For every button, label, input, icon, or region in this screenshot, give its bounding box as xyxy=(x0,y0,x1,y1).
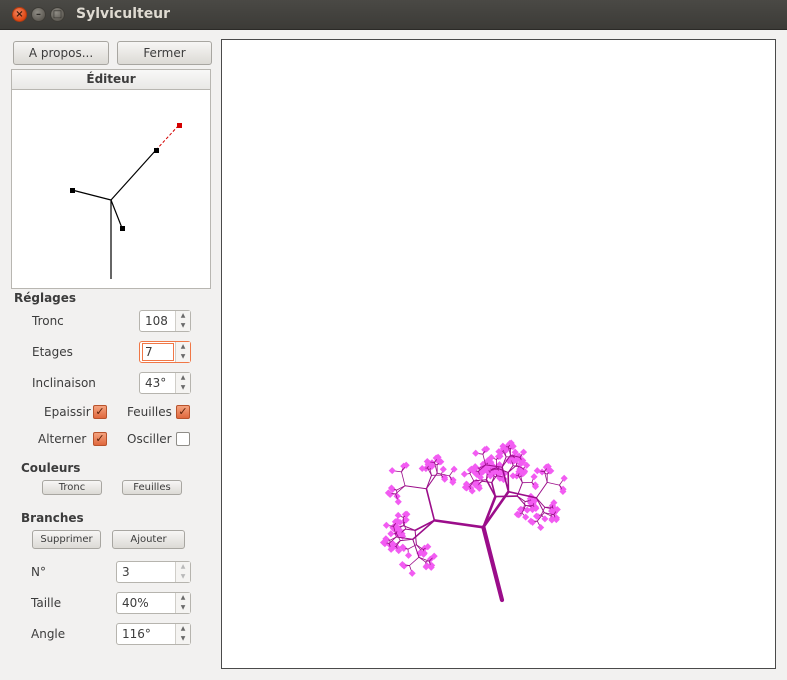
title-bar: × – □ Sylviculteur xyxy=(0,0,787,30)
settings-section-title: Réglages xyxy=(14,291,77,305)
tree-leaf xyxy=(382,521,390,529)
tree-leaf xyxy=(388,467,396,475)
tree-branch xyxy=(481,525,505,603)
tree-branch xyxy=(409,556,420,566)
branch-number-spinner[interactable]: 3 ▲ ▼ xyxy=(116,561,191,583)
editor-branch-line xyxy=(110,149,157,201)
branch-angle-spinner[interactable]: 116° ▲ ▼ xyxy=(116,623,191,645)
add-branch-button[interactable]: Ajouter xyxy=(112,530,185,549)
levels-spinner[interactable]: 7 ▲ ▼ xyxy=(139,341,191,363)
editor-title: Éditeur xyxy=(11,69,211,89)
maximize-icon: □ xyxy=(52,8,63,20)
tree-leaf xyxy=(460,470,468,478)
tree-branch xyxy=(433,519,485,529)
window-maximize-button[interactable]: □ xyxy=(50,7,65,22)
branch-number-label: N° xyxy=(31,565,46,579)
close-icon: × xyxy=(15,8,24,20)
leaves-label[interactable]: Feuilles xyxy=(127,405,172,419)
editor-drawing xyxy=(70,123,182,279)
close-button[interactable]: Fermer xyxy=(117,41,212,65)
decrement-icon[interactable]: ▼ xyxy=(176,634,190,644)
oscillate-label[interactable]: Osciller xyxy=(127,432,172,446)
branch-angle-value[interactable]: 116° xyxy=(117,624,175,644)
tree-leaf xyxy=(472,449,480,457)
increment-icon[interactable]: ▲ xyxy=(176,593,190,603)
decrement-icon[interactable]: ▼ xyxy=(176,383,190,393)
thicken-checkbox[interactable]: ✓ xyxy=(93,405,107,419)
alternate-label[interactable]: Alterner xyxy=(38,432,86,446)
editor-handle[interactable] xyxy=(120,226,125,231)
thicken-label[interactable]: Epaissir xyxy=(44,405,91,419)
trunk-label: Tronc xyxy=(32,314,64,328)
tilt-value[interactable]: 43° xyxy=(140,373,175,393)
branch-size-spinner[interactable]: 40% ▲ ▼ xyxy=(116,592,191,614)
tree-canvas[interactable] xyxy=(221,39,776,669)
window-title: Sylviculteur xyxy=(76,6,171,22)
tree-branch xyxy=(546,481,560,486)
tree-leaf xyxy=(509,472,517,480)
delete-branch-button[interactable]: Supprimer xyxy=(32,530,101,549)
alternate-checkbox[interactable]: ✓ xyxy=(93,432,107,446)
tree-leaf xyxy=(560,474,568,482)
branch-number-value[interactable]: 3 xyxy=(117,562,175,582)
tree-drawing xyxy=(379,439,568,603)
oscillate-checkbox[interactable] xyxy=(176,432,190,446)
increment-icon[interactable]: ▲ xyxy=(176,624,190,634)
window-close-button[interactable]: × xyxy=(12,7,27,22)
increment-icon[interactable]: ▲ xyxy=(176,562,190,572)
tilt-spinner[interactable]: 43° ▲ ▼ xyxy=(139,372,191,394)
branch-angle-label: Angle xyxy=(31,627,66,641)
tree-leaf xyxy=(408,569,416,577)
editor-handle[interactable] xyxy=(70,188,75,193)
increment-icon[interactable]: ▲ xyxy=(176,342,190,352)
increment-icon[interactable]: ▲ xyxy=(176,373,190,383)
tree-branch xyxy=(401,471,406,487)
trunk-value[interactable]: 108 xyxy=(140,311,175,331)
branches-section-title: Branches xyxy=(21,511,84,525)
tree-leaf xyxy=(450,465,458,473)
tree-leaf xyxy=(439,465,447,473)
check-icon: ✓ xyxy=(178,405,188,418)
trunk-color-button[interactable]: Tronc xyxy=(42,480,102,495)
tree-leaf xyxy=(530,473,538,481)
about-button[interactable]: A propos... xyxy=(13,41,109,65)
tree-leaf xyxy=(394,511,402,519)
decrement-icon[interactable]: ▼ xyxy=(176,572,190,582)
tree-leaf xyxy=(418,464,426,473)
increment-icon[interactable]: ▲ xyxy=(176,311,190,321)
leaves-checkbox[interactable]: ✓ xyxy=(176,405,190,419)
editor-target-line xyxy=(155,124,180,151)
decrement-icon[interactable]: ▼ xyxy=(176,321,190,331)
trunk-spinner[interactable]: 108 ▲ ▼ xyxy=(139,310,191,332)
tree-leaf xyxy=(520,448,528,456)
colors-section-title: Couleurs xyxy=(21,461,81,475)
levels-value[interactable]: 7 xyxy=(142,343,174,361)
tilt-label: Inclinaison xyxy=(32,376,96,390)
editor-target-handle[interactable] xyxy=(177,123,182,128)
editor-branch-line xyxy=(110,199,123,229)
decrement-icon[interactable]: ▼ xyxy=(176,352,190,362)
branch-size-label: Taille xyxy=(31,596,62,610)
tree-branch xyxy=(425,487,436,522)
decrement-icon[interactable]: ▼ xyxy=(176,603,190,613)
editor-branch-line xyxy=(71,189,112,201)
minimize-icon: – xyxy=(36,8,41,20)
tree-leaf xyxy=(394,498,402,506)
editor-handle[interactable] xyxy=(154,148,159,153)
leaves-color-button[interactable]: Feuilles xyxy=(122,480,182,495)
tree-leaf xyxy=(404,551,413,559)
levels-label: Etages xyxy=(32,345,73,359)
branch-editor[interactable] xyxy=(11,89,211,289)
tree-branch xyxy=(469,473,475,482)
tree-branch xyxy=(404,485,427,490)
check-icon: ✓ xyxy=(95,405,105,418)
check-icon: ✓ xyxy=(95,432,105,445)
tree-leaf xyxy=(537,523,545,532)
window-minimize-button[interactable]: – xyxy=(31,7,46,22)
branch-size-value[interactable]: 40% xyxy=(117,593,175,613)
